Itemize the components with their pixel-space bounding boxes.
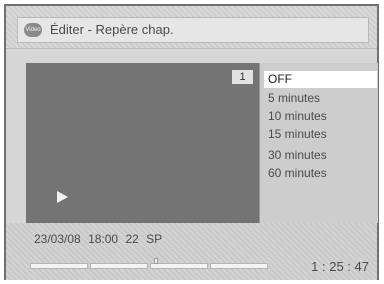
option-5-minutes[interactable]: 5 minutes: [264, 90, 377, 107]
option-60-minutes[interactable]: 60 minutes: [264, 165, 377, 182]
chapter-segment: [90, 263, 148, 269]
chapter-segment: [150, 263, 208, 269]
recording-mode: SP: [146, 232, 163, 246]
option-15-minutes[interactable]: 15 minutes: [264, 126, 377, 143]
recording-date: 23/03/08: [34, 232, 81, 246]
option-30-minutes[interactable]: 30 minutes: [264, 147, 377, 164]
recording-channel: 22: [125, 232, 139, 246]
option-off[interactable]: OFF: [264, 71, 377, 88]
playback-position-marker[interactable]: [154, 258, 158, 264]
video-preview: 1: [26, 63, 259, 223]
option-10-minutes[interactable]: 10 minutes: [264, 108, 377, 125]
chapter-number-badge: 1: [232, 70, 253, 84]
title-bar: Video Éditer - Repère chap.: [6, 6, 377, 49]
chapter-segment: [30, 263, 88, 269]
elapsed-time: 1 : 25 : 47: [311, 259, 369, 274]
chapter-interval-menu: OFF 5 minutes 10 minutes 15 minutes 30 m…: [259, 63, 378, 223]
chapter-progress-bar[interactable]: [30, 258, 290, 271]
recording-info: 23/03/08 18:00 22 SP: [34, 232, 162, 246]
recording-time: 18:00: [88, 232, 119, 246]
play-icon: [57, 191, 68, 203]
screen-title: Éditer - Repère chap.: [50, 22, 174, 37]
title-box: Video Éditer - Repère chap.: [17, 17, 369, 43]
video-icon: Video: [24, 23, 42, 37]
chapter-segment: [210, 263, 268, 269]
status-bar: 23/03/08 18:00 22 SP 1 : 25 : 47: [6, 223, 377, 280]
dvd-edit-screen: Video Éditer - Repère chap. 1 OFF 5 minu…: [4, 4, 379, 280]
